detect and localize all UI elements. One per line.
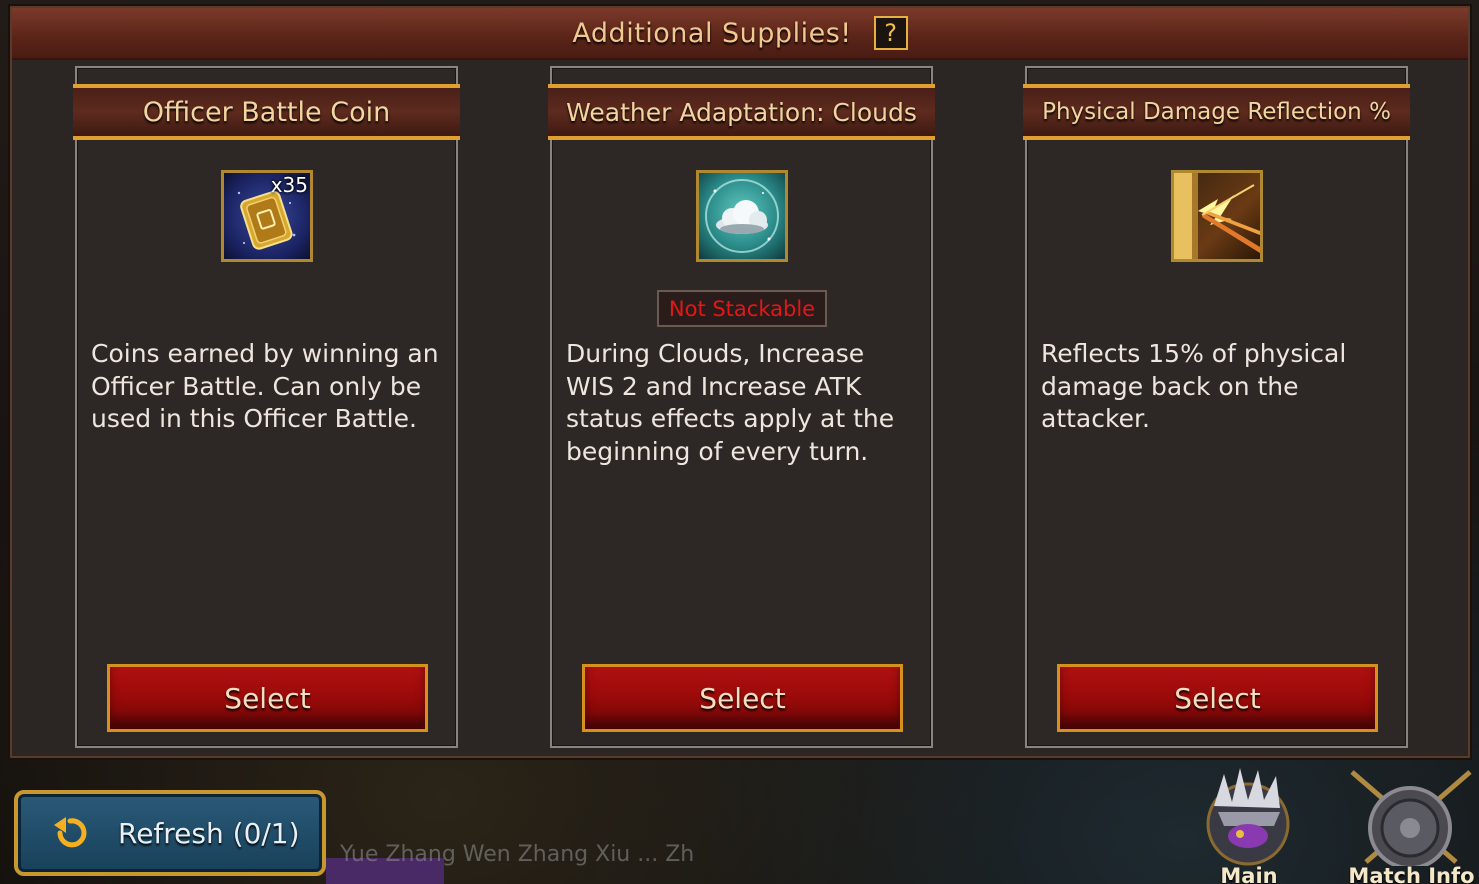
supply-card-officer-battle-coin: Officer Battle Coin x35 Coins earned by … xyxy=(73,66,460,748)
main-icon xyxy=(1206,768,1290,866)
card-title: Physical Damage Reflection % xyxy=(1042,99,1391,125)
nav-main[interactable]: Main xyxy=(1184,766,1314,884)
clouds-icon xyxy=(696,170,788,262)
quantity-label: x35 xyxy=(270,173,308,197)
card-description: Coins earned by winning an Officer Battl… xyxy=(91,339,439,433)
refresh-icon xyxy=(54,817,87,848)
select-button[interactable]: Select xyxy=(582,664,903,732)
dialog-title: Additional Supplies! xyxy=(572,17,852,49)
officer-battle-coin-icon: x35 xyxy=(221,170,313,262)
select-button[interactable]: Select xyxy=(1057,664,1378,732)
damage-reflection-icon xyxy=(1171,170,1263,262)
card-description: Reflects 15% of physical damage back on … xyxy=(1041,339,1347,433)
nav-match-info[interactable]: Match Info xyxy=(1344,766,1479,884)
dialog-header: Additional Supplies! ? xyxy=(12,8,1468,60)
cloud-graphic xyxy=(705,179,779,253)
card-title-bar: Officer Battle Coin xyxy=(73,84,460,140)
reflection-graphic xyxy=(1174,173,1260,259)
shield-icon xyxy=(1350,770,1472,870)
card-title: Officer Battle Coin xyxy=(142,96,391,128)
card-title-bar: Physical Damage Reflection % xyxy=(1023,84,1410,140)
nav-match-info-label: Match Info xyxy=(1348,864,1475,884)
supply-card-damage-reflection: Physical Damage Reflection % Reflects 15… xyxy=(1023,66,1410,748)
card-title: Weather Adaptation: Clouds xyxy=(566,97,917,127)
refresh-label: Refresh (0/1) xyxy=(118,816,300,850)
select-button[interactable]: Select xyxy=(107,664,428,732)
card-description: During Clouds, Increase WIS 2 and Increa… xyxy=(566,339,895,466)
card-title-bar: Weather Adaptation: Clouds xyxy=(548,84,935,140)
supply-card-weather-adaptation: Weather Adaptation: Clouds Not Stackable… xyxy=(548,66,935,748)
not-stackable-badge: Not Stackable xyxy=(657,290,827,327)
background-officer-names: Yue Zhang Wen Zhang Xiu ... Zh xyxy=(340,842,695,867)
nav-main-label: Main xyxy=(1220,864,1278,884)
help-button[interactable]: ? xyxy=(873,16,908,50)
refresh-button[interactable]: Refresh (0/1) xyxy=(14,790,326,876)
